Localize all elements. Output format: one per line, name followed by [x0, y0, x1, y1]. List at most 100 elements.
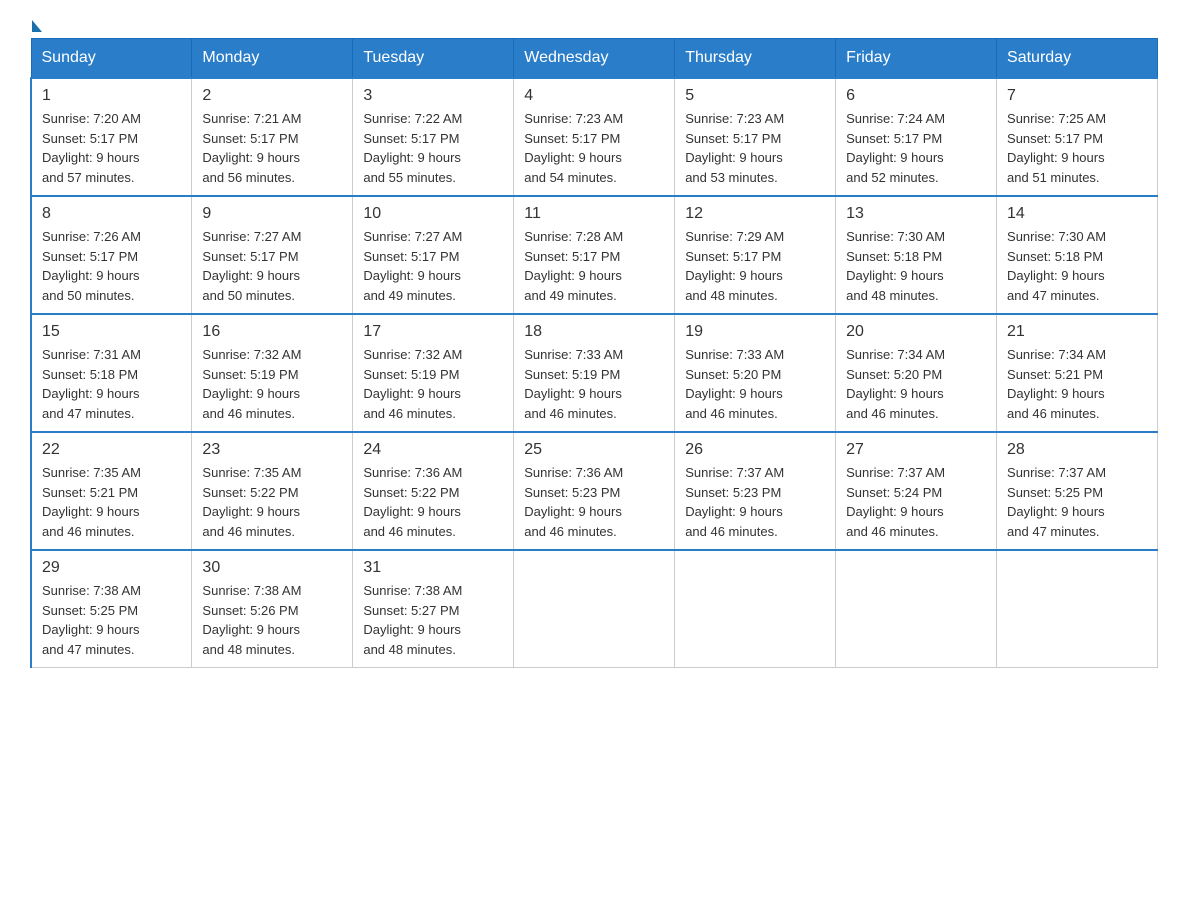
day-number: 3 [363, 87, 503, 105]
day-number: 24 [363, 441, 503, 459]
day-info: Sunrise: 7:34 AMSunset: 5:21 PMDaylight:… [1007, 345, 1147, 423]
calendar-cell: 3Sunrise: 7:22 AMSunset: 5:17 PMDaylight… [353, 78, 514, 196]
calendar-cell: 22 Sunrise: 7:35 AMSunset: 5:21 PMDayligh… [31, 432, 192, 550]
day-number: 4 [524, 87, 664, 105]
calendar-cell: 28 Sunrise: 7:37 AMSunset: 5:25 PMDayligh… [997, 432, 1158, 550]
calendar-cell [997, 550, 1158, 668]
logo [30, 20, 44, 28]
day-info: Sunrise: 7:35 AMSunset: 5:21 PMDaylight:… [42, 463, 181, 541]
day-number: 13 [846, 205, 986, 223]
calendar-cell: 15 Sunrise: 7:31 AMSunset: 5:18 PMDayligh… [31, 314, 192, 432]
day-number: 25 [524, 441, 664, 459]
day-info: Sunrise: 7:27 AMSunset: 5:17 PMDaylight:… [363, 227, 503, 305]
day-info: Sunrise: 7:23 AMSunset: 5:17 PMDaylight:… [685, 109, 825, 187]
day-number: 17 [363, 323, 503, 341]
day-of-week-friday: Friday [836, 39, 997, 79]
day-of-week-saturday: Saturday [997, 39, 1158, 79]
calendar-cell: 21Sunrise: 7:34 AMSunset: 5:21 PMDayligh… [997, 314, 1158, 432]
day-number: 31 [363, 559, 503, 577]
day-info: Sunrise: 7:36 AMSunset: 5:22 PMDaylight:… [363, 463, 503, 541]
day-number: 7 [1007, 87, 1147, 105]
day-number: 29 [42, 559, 181, 577]
day-info: Sunrise: 7:23 AMSunset: 5:17 PMDaylight:… [524, 109, 664, 187]
day-number: 19 [685, 323, 825, 341]
calendar-cell: 9 Sunrise: 7:27 AMSunset: 5:17 PMDaylight… [192, 196, 353, 314]
day-number: 1 [42, 87, 181, 105]
day-info: Sunrise: 7:32 AMSunset: 5:19 PMDaylight:… [363, 345, 503, 423]
day-info: Sunrise: 7:20 AMSunset: 5:17 PMDaylight:… [42, 109, 181, 187]
day-number: 15 [42, 323, 181, 341]
calendar-cell: 18 Sunrise: 7:33 AMSunset: 5:19 PMDayligh… [514, 314, 675, 432]
calendar-cell: 13 Sunrise: 7:30 AMSunset: 5:18 PMDayligh… [836, 196, 997, 314]
calendar-cell [675, 550, 836, 668]
day-of-week-monday: Monday [192, 39, 353, 79]
calendar-cell [836, 550, 997, 668]
day-info: Sunrise: 7:24 AMSunset: 5:17 PMDaylight:… [846, 109, 986, 187]
day-number: 9 [202, 205, 342, 223]
calendar-week-row: 1 Sunrise: 7:20 AMSunset: 5:17 PMDaylight… [31, 78, 1158, 196]
day-number: 27 [846, 441, 986, 459]
day-info: Sunrise: 7:33 AMSunset: 5:19 PMDaylight:… [524, 345, 664, 423]
calendar-cell: 17 Sunrise: 7:32 AMSunset: 5:19 PMDayligh… [353, 314, 514, 432]
day-of-week-wednesday: Wednesday [514, 39, 675, 79]
calendar-cell: 31Sunrise: 7:38 AMSunset: 5:27 PMDayligh… [353, 550, 514, 668]
day-info: Sunrise: 7:21 AMSunset: 5:17 PMDaylight:… [202, 109, 342, 187]
logo-triangle-icon [32, 20, 42, 32]
day-number: 5 [685, 87, 825, 105]
calendar-cell: 10 Sunrise: 7:27 AMSunset: 5:17 PMDayligh… [353, 196, 514, 314]
calendar-cell: 25 Sunrise: 7:36 AMSunset: 5:23 PMDayligh… [514, 432, 675, 550]
day-info: Sunrise: 7:26 AMSunset: 5:17 PMDaylight:… [42, 227, 181, 305]
calendar-cell: 26Sunrise: 7:37 AMSunset: 5:23 PMDayligh… [675, 432, 836, 550]
day-number: 22 [42, 441, 181, 459]
day-number: 30 [202, 559, 342, 577]
page-header [30, 20, 1158, 28]
day-number: 12 [685, 205, 825, 223]
calendar-cell: 12Sunrise: 7:29 AMSunset: 5:17 PMDayligh… [675, 196, 836, 314]
day-info: Sunrise: 7:27 AMSunset: 5:17 PMDaylight:… [202, 227, 342, 305]
day-of-week-tuesday: Tuesday [353, 39, 514, 79]
calendar-cell: 20Sunrise: 7:34 AMSunset: 5:20 PMDayligh… [836, 314, 997, 432]
day-info: Sunrise: 7:36 AMSunset: 5:23 PMDaylight:… [524, 463, 664, 541]
day-info: Sunrise: 7:32 AMSunset: 5:19 PMDaylight:… [202, 345, 342, 423]
day-number: 16 [202, 323, 342, 341]
calendar-week-row: 22 Sunrise: 7:35 AMSunset: 5:21 PMDayligh… [31, 432, 1158, 550]
day-info: Sunrise: 7:37 AMSunset: 5:24 PMDaylight:… [846, 463, 986, 541]
day-info: Sunrise: 7:38 AMSunset: 5:25 PMDaylight:… [42, 581, 181, 659]
day-of-week-sunday: Sunday [31, 39, 192, 79]
calendar-cell: 8 Sunrise: 7:26 AMSunset: 5:17 PMDaylight… [31, 196, 192, 314]
calendar-cell: 11Sunrise: 7:28 AMSunset: 5:17 PMDayligh… [514, 196, 675, 314]
calendar-cell: 5 Sunrise: 7:23 AMSunset: 5:17 PMDaylight… [675, 78, 836, 196]
calendar-cell: 2 Sunrise: 7:21 AMSunset: 5:17 PMDaylight… [192, 78, 353, 196]
day-info: Sunrise: 7:33 AMSunset: 5:20 PMDaylight:… [685, 345, 825, 423]
calendar-cell: 6Sunrise: 7:24 AMSunset: 5:17 PMDaylight… [836, 78, 997, 196]
day-number: 28 [1007, 441, 1147, 459]
day-of-week-thursday: Thursday [675, 39, 836, 79]
calendar-cell: 29 Sunrise: 7:38 AMSunset: 5:25 PMDayligh… [31, 550, 192, 668]
calendar-cell: 7 Sunrise: 7:25 AMSunset: 5:17 PMDaylight… [997, 78, 1158, 196]
day-number: 8 [42, 205, 181, 223]
day-number: 18 [524, 323, 664, 341]
day-number: 2 [202, 87, 342, 105]
calendar-cell: 23Sunrise: 7:35 AMSunset: 5:22 PMDayligh… [192, 432, 353, 550]
day-info: Sunrise: 7:35 AMSunset: 5:22 PMDaylight:… [202, 463, 342, 541]
calendar-cell: 14Sunrise: 7:30 AMSunset: 5:18 PMDayligh… [997, 196, 1158, 314]
calendar-week-row: 29 Sunrise: 7:38 AMSunset: 5:25 PMDayligh… [31, 550, 1158, 668]
calendar-cell: 19 Sunrise: 7:33 AMSunset: 5:20 PMDayligh… [675, 314, 836, 432]
calendar-cell [514, 550, 675, 668]
day-info: Sunrise: 7:37 AMSunset: 5:25 PMDaylight:… [1007, 463, 1147, 541]
day-info: Sunrise: 7:28 AMSunset: 5:17 PMDaylight:… [524, 227, 664, 305]
day-info: Sunrise: 7:25 AMSunset: 5:17 PMDaylight:… [1007, 109, 1147, 187]
day-info: Sunrise: 7:38 AMSunset: 5:26 PMDaylight:… [202, 581, 342, 659]
calendar-cell: 1 Sunrise: 7:20 AMSunset: 5:17 PMDaylight… [31, 78, 192, 196]
calendar-week-row: 8 Sunrise: 7:26 AMSunset: 5:17 PMDaylight… [31, 196, 1158, 314]
day-info: Sunrise: 7:34 AMSunset: 5:20 PMDaylight:… [846, 345, 986, 423]
day-info: Sunrise: 7:37 AMSunset: 5:23 PMDaylight:… [685, 463, 825, 541]
calendar-cell: 4 Sunrise: 7:23 AMSunset: 5:17 PMDaylight… [514, 78, 675, 196]
calendar-cell: 27 Sunrise: 7:37 AMSunset: 5:24 PMDayligh… [836, 432, 997, 550]
day-number: 10 [363, 205, 503, 223]
calendar-cell: 30 Sunrise: 7:38 AMSunset: 5:26 PMDayligh… [192, 550, 353, 668]
day-info: Sunrise: 7:31 AMSunset: 5:18 PMDaylight:… [42, 345, 181, 423]
calendar-week-row: 15 Sunrise: 7:31 AMSunset: 5:18 PMDayligh… [31, 314, 1158, 432]
day-info: Sunrise: 7:30 AMSunset: 5:18 PMDaylight:… [846, 227, 986, 305]
calendar-table: SundayMondayTuesdayWednesdayThursdayFrid… [30, 38, 1158, 668]
